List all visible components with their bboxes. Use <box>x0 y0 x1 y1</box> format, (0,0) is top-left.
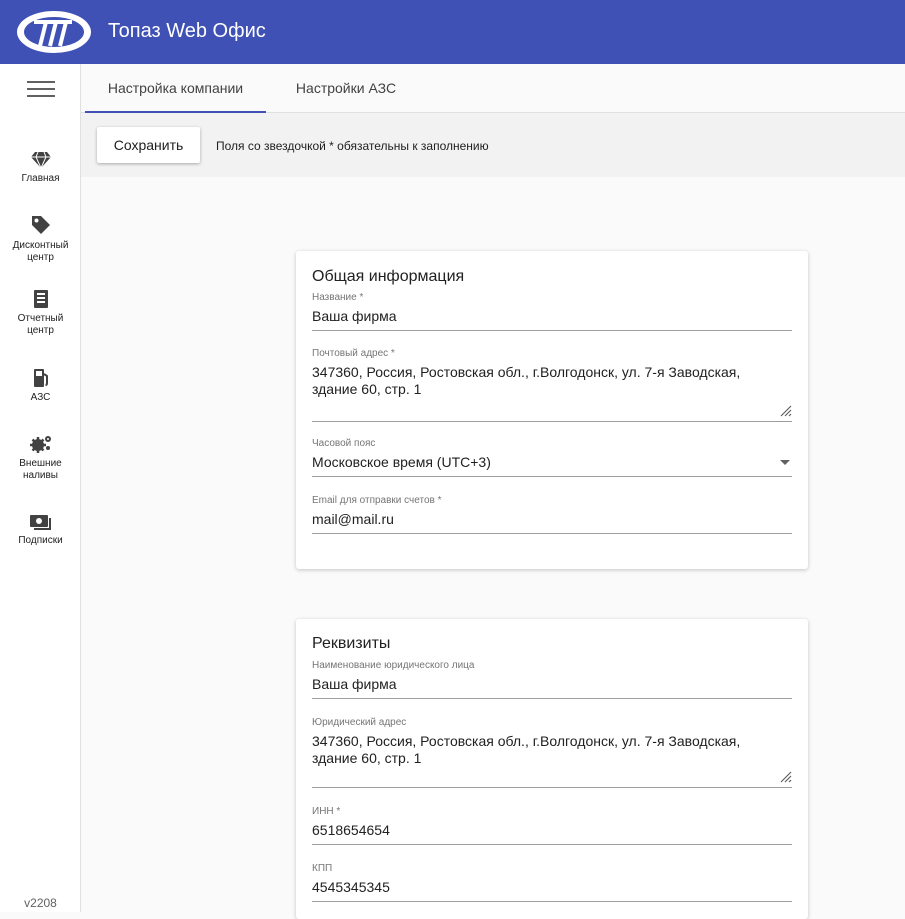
timezone-select[interactable]: Часовой пояс Московское время (UTC+3) <box>312 438 792 478</box>
sidebar-item-label: Подписки <box>18 535 63 546</box>
app-title: Топаз Web Офис <box>108 20 266 42</box>
hamburger-menu-icon[interactable] <box>27 79 55 99</box>
app-header: Топаз Web Офис <box>0 0 905 64</box>
tab-company-settings[interactable]: Настройка компании <box>85 64 266 113</box>
name-input[interactable]: Ваша фирма <box>312 308 782 325</box>
resize-handle-icon[interactable] <box>778 403 792 417</box>
field-underline <box>312 476 792 477</box>
field-underline <box>312 698 792 699</box>
sidebar-item-reports[interactable]: Отчетный центр <box>0 289 81 337</box>
field-underline <box>312 844 792 845</box>
sidebar-item-label: Дисконтный центр <box>12 240 69 263</box>
field-label: Юридический адрес <box>312 717 407 728</box>
general-info-card: Общая информация Название * Ваша фирма П… <box>296 251 808 569</box>
kpp-field[interactable]: КПП 4545345345 <box>312 863 792 903</box>
field-underline <box>312 901 792 902</box>
kpp-input[interactable]: 4545345345 <box>312 879 782 896</box>
report-icon <box>33 290 48 308</box>
card-title: Общая информация <box>312 268 465 285</box>
postal-address-textarea[interactable]: 347360, Россия, Ростовская обл., г.Волго… <box>312 364 782 398</box>
field-underline <box>312 533 792 534</box>
email-input[interactable]: mail@mail.ru <box>312 511 782 528</box>
diamond-icon <box>30 151 51 169</box>
postal-address-field[interactable]: Почтовый адрес * 347360, Россия, Ростовс… <box>312 348 792 422</box>
field-label: Почтовый адрес * <box>312 348 395 359</box>
resize-handle-icon[interactable] <box>778 769 792 783</box>
timezone-value[interactable]: Московское время (UTC+3) <box>312 454 782 471</box>
field-underline <box>312 330 792 331</box>
inn-field[interactable]: ИНН * 6518654654 <box>312 806 792 846</box>
requisites-card: Реквизиты Наименование юридического лица… <box>296 619 808 919</box>
legal-address-field[interactable]: Юридический адрес 347360, Россия, Ростов… <box>312 717 792 789</box>
sidebar-item-label: АЗС <box>30 392 51 403</box>
field-label: Часовой пояс <box>312 438 376 449</box>
gears-icon <box>29 436 51 453</box>
field-label: КПП <box>312 863 333 874</box>
sidebar-item-label: Главная <box>21 173 60 184</box>
field-label: Наименование юридического лица <box>312 660 475 671</box>
topaz-logo-icon <box>17 11 91 53</box>
name-field[interactable]: Название * Ваша фирма <box>312 292 792 331</box>
sidebar-item-label: Внешние наливы <box>19 458 62 481</box>
field-underline <box>312 421 792 422</box>
toolbar: Сохранить Поля со звездочкой * обязатель… <box>81 113 905 177</box>
sidebar-item-discount[interactable]: Дисконтный центр <box>0 214 81 264</box>
cash-icon <box>29 515 51 530</box>
field-label: Название * <box>312 292 364 303</box>
sidebar: Главная Дисконтный центр Отчетный центр … <box>0 64 81 912</box>
legal-address-textarea[interactable]: 347360, Россия, Ростовская обл., г.Волго… <box>312 733 782 767</box>
save-button[interactable]: Сохранить <box>97 127 200 163</box>
tag-icon <box>31 216 50 234</box>
sidebar-item-azs[interactable]: АЗС <box>0 368 81 404</box>
version-label: v2208 <box>24 896 57 910</box>
inn-input[interactable]: 6518654654 <box>312 822 782 839</box>
sidebar-item-home[interactable]: Главная <box>0 151 81 185</box>
field-label: Email для отправки счетов * <box>312 495 442 506</box>
legal-name-field[interactable]: Наименование юридического лица Ваша фирм… <box>312 660 792 699</box>
tab-bar: Настройка компании Настройки АЗС <box>81 64 905 113</box>
dropdown-arrow-icon[interactable] <box>780 460 790 465</box>
email-field[interactable]: Email для отправки счетов * mail@mail.ru <box>312 495 792 535</box>
legal-name-input[interactable]: Ваша фирма <box>312 676 782 693</box>
tab-azs-settings[interactable]: Настройки АЗС <box>274 64 418 112</box>
sidebar-item-subscriptions[interactable]: Подписки <box>0 513 81 547</box>
fuel-pump-icon <box>33 369 48 387</box>
required-fields-note: Поля со звездочкой * обязательны к запол… <box>216 139 489 153</box>
card-title: Реквизиты <box>312 635 391 652</box>
field-underline <box>312 787 792 788</box>
sidebar-item-external-fills[interactable]: Внешние наливы <box>0 434 81 482</box>
field-label: ИНН * <box>312 806 341 817</box>
sidebar-item-label: Отчетный центр <box>17 313 64 336</box>
